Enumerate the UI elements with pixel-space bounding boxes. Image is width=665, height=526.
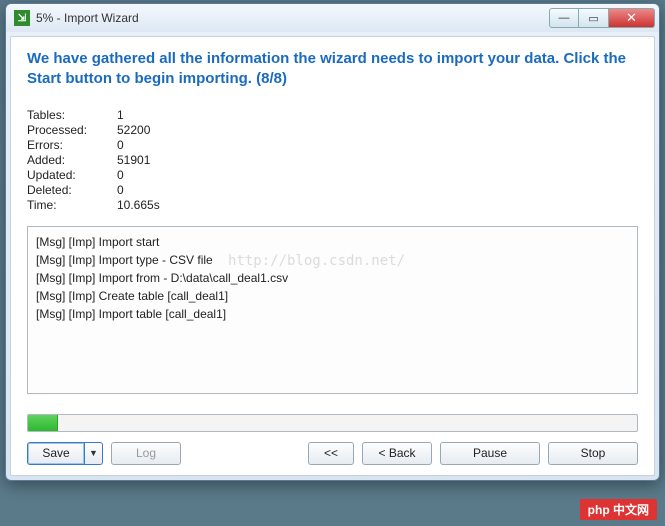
deleted-label: Deleted:	[27, 183, 117, 197]
progress-fill	[28, 415, 58, 431]
minimize-button[interactable]: —	[549, 8, 579, 28]
save-dropdown-button[interactable]: ▼	[85, 442, 103, 465]
close-button[interactable]: ✕	[609, 8, 655, 28]
log-line: [Msg] [Imp] Import from - D:\data\call_d…	[36, 269, 629, 287]
tables-label: Tables:	[27, 108, 117, 122]
added-label: Added:	[27, 153, 117, 167]
import-wizard-window: ⇲ 5% - Import Wizard — ▭ ✕ We have gathe…	[5, 3, 660, 481]
updated-label: Updated:	[27, 168, 117, 182]
stats-grid: Tables: 1 Processed: 52200 Errors: 0 Add…	[27, 108, 638, 212]
deleted-value: 0	[117, 183, 217, 197]
log-box[interactable]: http://blog.csdn.net/ [Msg] [Imp] Import…	[27, 226, 638, 394]
log-line: [Msg] [Imp] Import type - CSV file	[36, 251, 629, 269]
button-row: Save ▼ Log << < Back Pause Stop	[27, 442, 638, 465]
added-value: 51901	[117, 153, 217, 167]
wizard-heading: We have gathered all the information the…	[27, 49, 638, 90]
stop-button[interactable]: Stop	[548, 442, 638, 465]
tables-value: 1	[117, 108, 217, 122]
time-value: 10.665s	[117, 198, 217, 212]
window-controls: — ▭ ✕	[549, 8, 655, 28]
processed-value: 52200	[117, 123, 217, 137]
save-split-button: Save ▼	[27, 442, 103, 465]
save-button[interactable]: Save	[27, 442, 85, 465]
processed-label: Processed:	[27, 123, 117, 137]
brand-watermark: php 中文网	[580, 499, 657, 520]
client-area: We have gathered all the information the…	[10, 36, 655, 476]
titlebar[interactable]: ⇲ 5% - Import Wizard — ▭ ✕	[6, 4, 659, 32]
maximize-button[interactable]: ▭	[579, 8, 609, 28]
log-line: [Msg] [Imp] Create table [call_deal1]	[36, 287, 629, 305]
app-icon: ⇲	[14, 10, 30, 26]
window-title: 5% - Import Wizard	[36, 11, 549, 25]
errors-value: 0	[117, 138, 217, 152]
errors-label: Errors:	[27, 138, 117, 152]
progress-bar	[27, 414, 638, 432]
log-line: [Msg] [Imp] Import table [call_deal1]	[36, 305, 629, 323]
updated-value: 0	[117, 168, 217, 182]
pause-button[interactable]: Pause	[440, 442, 540, 465]
back-button[interactable]: < Back	[362, 442, 432, 465]
time-label: Time:	[27, 198, 117, 212]
first-button[interactable]: <<	[308, 442, 354, 465]
log-button[interactable]: Log	[111, 442, 181, 465]
log-line: [Msg] [Imp] Import start	[36, 233, 629, 251]
